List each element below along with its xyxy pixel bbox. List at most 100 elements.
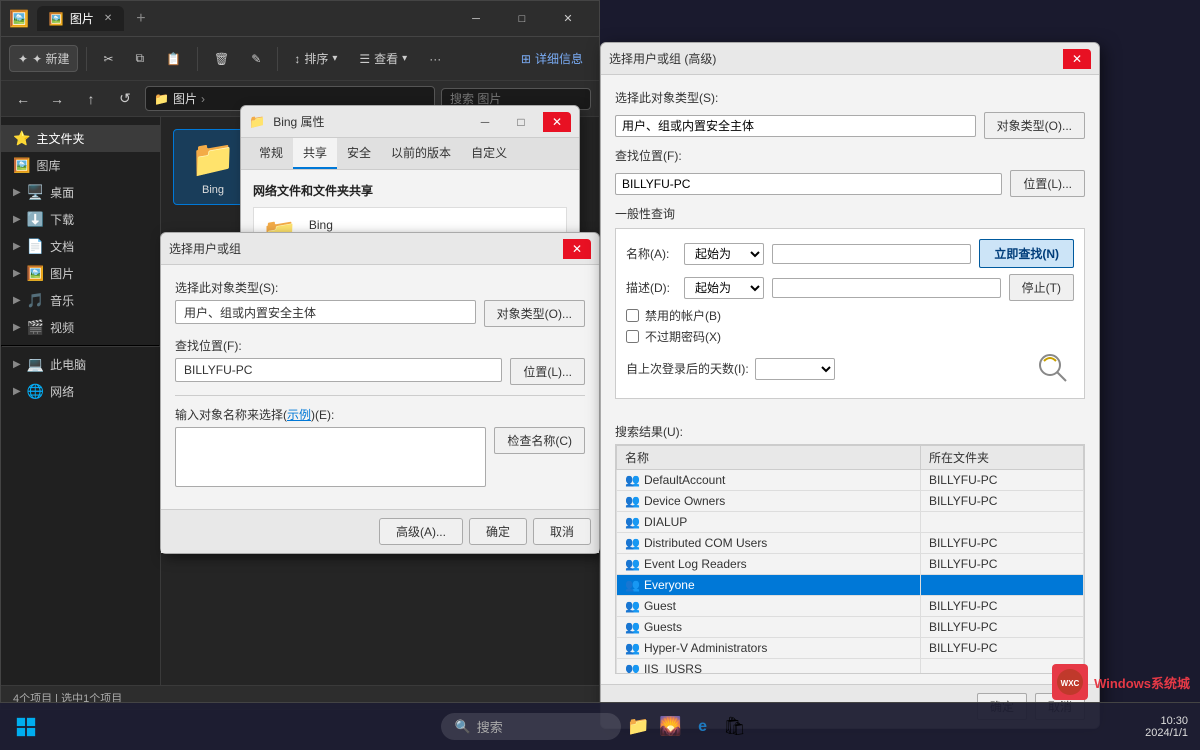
object-type-btn[interactable]: 对象类型(O)... — [484, 300, 585, 327]
copy-btn[interactable]: ⧉ — [128, 47, 153, 70]
tab-share[interactable]: 共享 — [293, 138, 337, 169]
table-row[interactable]: 👥Everyone — [617, 575, 1084, 596]
desktop-icon: 🖥️ — [27, 184, 44, 201]
back-btn[interactable]: ← — [9, 85, 37, 113]
name-query-select[interactable]: 起始为 — [684, 243, 764, 265]
table-row[interactable]: 👥Event Log ReadersBILLYFU-PC — [617, 554, 1084, 575]
taskbar-edge-icon[interactable]: e — [689, 713, 717, 741]
table-row[interactable]: 👥GuestBILLYFU-PC — [617, 596, 1084, 617]
adv-location-btn[interactable]: 位置(L)... — [1010, 170, 1085, 197]
sidebar-home-label: 主文件夹 — [36, 130, 84, 147]
up-btn[interactable]: ↑ — [77, 85, 105, 113]
watermark: WXC Windows系统城 — [1052, 664, 1190, 700]
forward-btn[interactable]: → — [43, 85, 71, 113]
find-now-btn[interactable]: 立即查找(N) — [979, 239, 1074, 268]
select-user-close-btn[interactable]: ✕ — [563, 239, 591, 259]
minimize-btn[interactable]: ─ — [453, 1, 499, 37]
desc-query-input[interactable] — [772, 278, 1001, 298]
desc-query-select[interactable]: 起始为 — [684, 277, 764, 299]
location-input[interactable] — [175, 358, 502, 382]
path-chevron: › — [201, 92, 205, 106]
details-btn[interactable]: ⊞ 详细信息 — [513, 46, 591, 71]
taskbar-search[interactable]: 🔍 搜索 — [441, 713, 621, 740]
window-controls: ─ □ ✕ — [453, 1, 591, 37]
desc-query-label: 描述(D): — [626, 279, 676, 296]
sidebar-item-downloads[interactable]: ▶ ⬇️ 下载 — [1, 206, 160, 233]
table-row[interactable]: 👥IIS_IUSRS — [617, 659, 1084, 675]
close-btn[interactable]: ✕ — [545, 1, 591, 37]
name-query-input[interactable] — [772, 244, 971, 264]
su-ok-btn[interactable]: 确定 — [469, 518, 527, 545]
refresh-btn[interactable]: ↺ — [111, 85, 139, 113]
sidebar-item-docs[interactable]: ▶ 📄 文档 — [1, 233, 160, 260]
sidebar-item-pictures[interactable]: ▶ 🖼️ 图片 — [1, 260, 160, 287]
sidebar-item-home[interactable]: ⭐ 主文件夹 — [1, 125, 160, 152]
check-name-btn[interactable]: 检查名称(C) — [494, 427, 585, 454]
result-name: 👥Guests — [617, 617, 921, 638]
su-cancel-btn[interactable]: 取消 — [533, 518, 591, 545]
sidebar-item-computer[interactable]: ▶ 💻 此电脑 — [1, 351, 160, 378]
details-label: 详细信息 — [535, 50, 583, 67]
table-row[interactable]: 👥GuestsBILLYFU-PC — [617, 617, 1084, 638]
rename-btn[interactable]: ✎ — [243, 48, 269, 70]
advanced-close-btn[interactable]: ✕ — [1063, 49, 1091, 69]
location-row: 位置(L)... — [175, 358, 585, 385]
sidebar-item-gallery[interactable]: 🖼️ 图库 — [1, 152, 160, 179]
tab-security[interactable]: 安全 — [337, 138, 381, 169]
new-tab-btn[interactable]: + — [128, 10, 153, 28]
tab-general[interactable]: 常规 — [249, 138, 293, 169]
taskbar-explorer-icon[interactable]: 📁 — [625, 713, 653, 741]
delete-btn[interactable]: 🗑 — [206, 48, 237, 70]
taskbar-store-icon[interactable]: 🛍 — [721, 713, 749, 741]
new-button[interactable]: ✦ ✦ 新建 — [9, 45, 78, 72]
results-section[interactable]: 名称 所在文件夹 👥DefaultAccountBILLYFU-PC👥Devic… — [615, 444, 1085, 674]
details-icon: ⊞ — [521, 52, 531, 66]
advanced-btn[interactable]: 高级(A)... — [379, 518, 463, 545]
clock-time: 10:30 — [1145, 715, 1188, 727]
example-link[interactable]: 示例 — [287, 408, 311, 422]
location-btn[interactable]: 位置(L)... — [510, 358, 585, 385]
more-btn[interactable]: ··· — [421, 48, 449, 70]
new-label: ✦ 新建 — [32, 50, 69, 67]
taskbar-right: 10:30 2024/1/1 — [1145, 715, 1200, 739]
name-input[interactable] — [175, 427, 486, 487]
bing-maximize-btn[interactable]: □ — [507, 112, 535, 132]
maximize-btn[interactable]: □ — [499, 1, 545, 37]
sidebar-item-desktop[interactable]: ▶ 🖥️ 桌面 — [1, 179, 160, 206]
bing-minimize-btn[interactable]: ─ — [471, 112, 499, 132]
sidebar: ⭐ 主文件夹 🖼️ 图库 ▶ 🖥️ 桌面 ▶ ⬇️ 下载 ▶ 📄 文档 — [1, 117, 161, 685]
tab-custom[interactable]: 自定义 — [461, 138, 517, 169]
table-row[interactable]: 👥Device OwnersBILLYFU-PC — [617, 491, 1084, 512]
bing-close-btn[interactable]: ✕ — [543, 112, 571, 132]
noexpire-label: 不过期密码(X) — [645, 328, 721, 345]
sort-btn[interactable]: ↕ 排序 ▾ — [286, 46, 345, 71]
paste-btn[interactable]: 📋 — [158, 48, 189, 70]
noexpire-checkbox[interactable] — [626, 330, 639, 343]
adv-location-input[interactable] — [615, 173, 1002, 195]
object-type-input[interactable] — [175, 300, 476, 324]
days-select[interactable] — [755, 358, 835, 380]
sidebar-item-music[interactable]: ▶ 🎵 音乐 — [1, 287, 160, 314]
taskbar-wallpaper-icon[interactable]: 🌄 — [657, 713, 685, 741]
tab-close-icon[interactable]: ✕ — [104, 13, 112, 24]
sidebar-pictures-label: 图片 — [50, 265, 74, 282]
adv-obj-type-input[interactable] — [615, 115, 976, 137]
adv-obj-type-btn[interactable]: 对象类型(O)... — [984, 112, 1085, 139]
col-folder: 所在文件夹 — [920, 446, 1083, 470]
table-row[interactable]: 👥Distributed COM UsersBILLYFU-PC — [617, 533, 1084, 554]
start-button[interactable] — [8, 709, 44, 745]
table-row[interactable]: 👥DIALUP — [617, 512, 1084, 533]
disabled-checkbox[interactable] — [626, 309, 639, 322]
stop-btn[interactable]: 停止(T) — [1009, 274, 1074, 301]
explorer-tab-pictures[interactable]: 🖼️ 图片 ✕ — [37, 6, 124, 31]
result-folder — [920, 575, 1083, 596]
view-btn[interactable]: ☰ 查看 ▾ — [351, 46, 415, 71]
table-row[interactable]: 👥DefaultAccountBILLYFU-PC — [617, 470, 1084, 491]
expand-icon-vid: ▶ — [13, 322, 21, 333]
expand-icon-pic: ▶ — [13, 268, 21, 279]
sidebar-item-network[interactable]: ▶ 🌐 网络 — [1, 378, 160, 405]
table-row[interactable]: 👥Hyper-V AdministratorsBILLYFU-PC — [617, 638, 1084, 659]
sidebar-item-videos[interactable]: ▶ 🎬 视频 — [1, 314, 160, 341]
cut-btn[interactable]: ✂ — [95, 48, 121, 70]
tab-previous[interactable]: 以前的版本 — [381, 138, 461, 169]
